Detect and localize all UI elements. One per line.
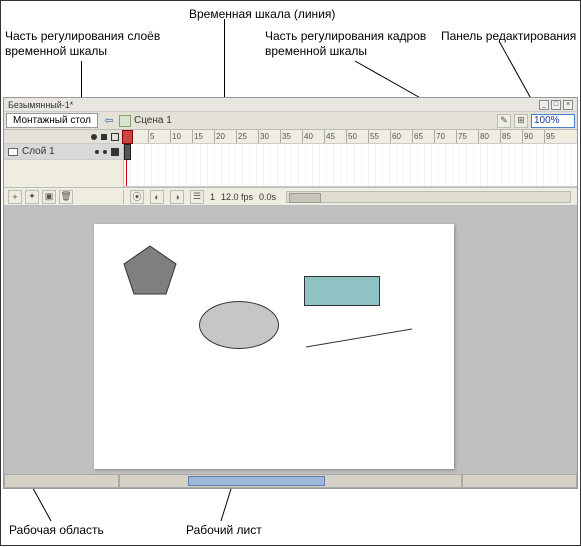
frame-tools: ⦿ ◐ ◑ ☰ 1 12.0 fps 0.0s bbox=[124, 190, 577, 204]
ruler-tick: 85 bbox=[500, 130, 511, 143]
lock-column-icon[interactable] bbox=[101, 134, 107, 140]
scene-icon[interactable] bbox=[119, 115, 131, 127]
fps-display: 12.0 fps bbox=[221, 192, 253, 202]
rectangle-shape[interactable] bbox=[304, 276, 380, 306]
layers-header bbox=[4, 130, 123, 144]
ruler-tick: 60 bbox=[390, 130, 401, 143]
back-arrow-icon[interactable]: ⇦ bbox=[102, 114, 116, 128]
window-close-button[interactable]: × bbox=[563, 100, 573, 110]
time-display: 0.0s bbox=[259, 192, 276, 202]
montage-tab[interactable]: Монтажный стол bbox=[6, 113, 98, 128]
symbol-icon[interactable]: ⊞ bbox=[514, 114, 528, 128]
ruler-tick: 10 bbox=[170, 130, 181, 143]
timeline-scrollbar[interactable] bbox=[286, 191, 571, 203]
onion-outline-icon[interactable]: ◑ bbox=[170, 190, 184, 204]
stage-scrollbars bbox=[4, 474, 577, 488]
layer-row[interactable]: Слой 1 bbox=[4, 144, 123, 160]
hscroll-left[interactable] bbox=[4, 474, 119, 488]
ruler-tick: 75 bbox=[456, 130, 467, 143]
frame-strip[interactable] bbox=[124, 144, 577, 187]
annotation-work-area: Рабочая область bbox=[9, 523, 104, 538]
onion-skin-icon[interactable]: ◐ bbox=[150, 190, 164, 204]
layer-visible-dot[interactable] bbox=[95, 150, 99, 154]
edit-multiple-icon[interactable]: ☰ bbox=[190, 190, 204, 204]
ruler-tick: 55 bbox=[368, 130, 379, 143]
scene-bar: Монтажный стол ⇦ Сцена 1 ✎ ⊞ 100% bbox=[4, 112, 577, 130]
window-minimize-button[interactable]: _ bbox=[539, 100, 549, 110]
zoom-input[interactable]: 100% bbox=[531, 114, 575, 128]
layer-outline-box[interactable] bbox=[111, 148, 119, 156]
annotation-timeline-line: Временная шкала (линия) bbox=[189, 7, 335, 22]
hscroll-track[interactable] bbox=[119, 474, 463, 488]
timeline: Слой 1 151015202530354045505560657075808… bbox=[4, 130, 577, 188]
line-shape[interactable] bbox=[304, 327, 414, 351]
titlebar: Безымянный-1* _ □ × bbox=[4, 98, 577, 112]
ruler-tick: 80 bbox=[478, 130, 489, 143]
layer-lock-dot[interactable] bbox=[103, 150, 107, 154]
ruler-tick: 70 bbox=[434, 130, 445, 143]
annotation-frames-part: Часть регулирования кадров временной шка… bbox=[265, 29, 426, 59]
window-maximize-button[interactable]: □ bbox=[551, 100, 561, 110]
pentagon-shape[interactable] bbox=[122, 244, 178, 296]
ruler-tick: 40 bbox=[302, 130, 313, 143]
layers-panel: Слой 1 bbox=[4, 130, 124, 187]
layer-icon bbox=[8, 148, 18, 156]
layer-tools: + ✦ ▣ 🗑 bbox=[4, 190, 124, 204]
current-frame: 1 bbox=[210, 192, 215, 202]
frame-ruler[interactable]: 15101520253035404550556065707580859095 bbox=[124, 130, 577, 144]
scene-name[interactable]: Сцена 1 bbox=[134, 115, 172, 126]
document-title: Безымянный-1* bbox=[8, 100, 539, 110]
visibility-column-icon[interactable] bbox=[91, 134, 97, 140]
annotation-work-sheet: Рабочий лист bbox=[186, 523, 262, 538]
work-area[interactable] bbox=[4, 206, 577, 488]
ruler-tick: 50 bbox=[346, 130, 357, 143]
ruler-tick: 25 bbox=[236, 130, 247, 143]
add-layer-icon[interactable]: + bbox=[8, 190, 22, 204]
ruler-tick: 65 bbox=[412, 130, 423, 143]
delete-layer-icon[interactable]: 🗑 bbox=[59, 190, 73, 204]
ruler-tick: 90 bbox=[522, 130, 533, 143]
ruler-tick: 30 bbox=[258, 130, 269, 143]
ruler-tick: 15 bbox=[192, 130, 203, 143]
app-window: Безымянный-1* _ □ × Монтажный стол ⇦ Сце… bbox=[3, 97, 578, 489]
outline-column-icon[interactable] bbox=[111, 133, 119, 141]
keyframe[interactable] bbox=[124, 144, 131, 160]
annotation-edit-panel: Панель редактирования bbox=[441, 29, 576, 44]
center-frame-icon[interactable]: ⦿ bbox=[130, 190, 144, 204]
ruler-tick: 20 bbox=[214, 130, 225, 143]
frames-panel: 15101520253035404550556065707580859095 bbox=[124, 130, 577, 187]
timeline-footer: + ✦ ▣ 🗑 ⦿ ◐ ◑ ☰ 1 12.0 fps 0.0s bbox=[4, 188, 577, 206]
layer-name: Слой 1 bbox=[22, 146, 91, 157]
add-guide-layer-icon[interactable]: ✦ bbox=[25, 190, 39, 204]
ruler-tick: 45 bbox=[324, 130, 335, 143]
ruler-tick: 5 bbox=[148, 130, 154, 143]
hscroll-right[interactable] bbox=[462, 474, 577, 488]
edit-scene-icon[interactable]: ✎ bbox=[497, 114, 511, 128]
add-folder-icon[interactable]: ▣ bbox=[42, 190, 56, 204]
ruler-tick: 95 bbox=[544, 130, 555, 143]
ruler-tick: 35 bbox=[280, 130, 291, 143]
ellipse-shape[interactable] bbox=[199, 301, 279, 349]
stage[interactable] bbox=[94, 224, 454, 469]
hscroll-thumb[interactable] bbox=[188, 476, 325, 486]
annotation-layers-part: Часть регулирования слоёв временной шкал… bbox=[5, 29, 160, 59]
edit-panel: ✎ ⊞ 100% bbox=[497, 114, 575, 128]
